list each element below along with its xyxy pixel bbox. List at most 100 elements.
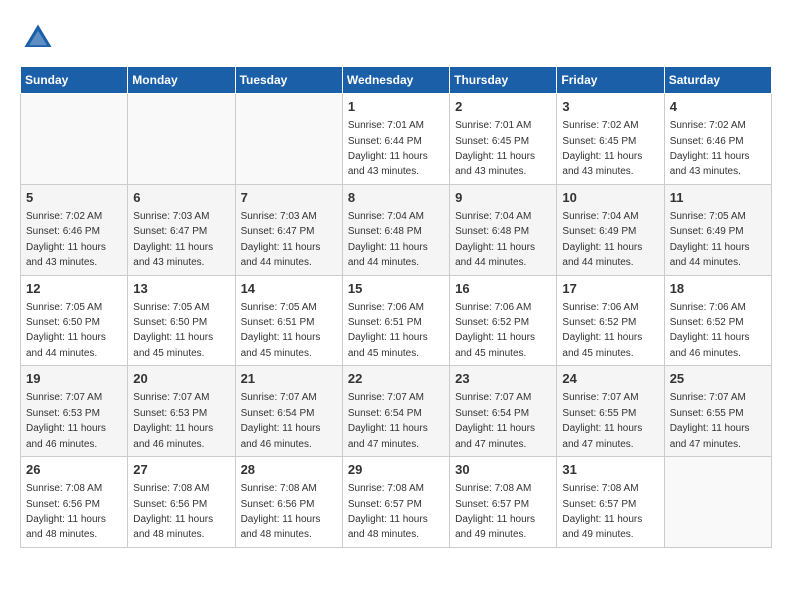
calendar-cell: 13 Sunrise: 7:05 AM Sunset: 6:50 PM Dayli… <box>128 275 235 366</box>
calendar-cell: 3Sunrise: 7:02 AM Sunset: 6:45 PM Daylig… <box>557 94 664 185</box>
day-number: 1 <box>348 98 444 116</box>
day-number: 8 <box>348 189 444 207</box>
day-number: 29 <box>348 461 444 479</box>
day-info: Sunrise: 7:08 AM Sunset: 6:56 PM Dayligh… <box>26 483 106 540</box>
logo <box>20 20 62 56</box>
day-number: 5 <box>26 189 122 207</box>
day-info: Sunrise: 7:08 AM Sunset: 6:57 PM Dayligh… <box>348 483 428 540</box>
calendar-cell: 16 Sunrise: 7:06 AM Sunset: 6:52 PM Dayli… <box>450 275 557 366</box>
weekday-header: Monday <box>128 67 235 94</box>
calendar-cell: 10 Sunrise: 7:04 AM Sunset: 6:49 PM Dayli… <box>557 184 664 275</box>
calendar-cell <box>128 94 235 185</box>
calendar-cell: 18Sunrise: 7:06 AM Sunset: 6:52 PM Dayli… <box>664 275 771 366</box>
calendar-cell: 19 Sunrise: 7:07 AM Sunset: 6:53 PM Dayli… <box>21 366 128 457</box>
weekday-header: Sunday <box>21 67 128 94</box>
day-number: 11 <box>670 189 766 207</box>
day-number: 25 <box>670 370 766 388</box>
calendar-cell: 17 Sunrise: 7:06 AM Sunset: 6:52 PM Dayli… <box>557 275 664 366</box>
calendar-cell: 24 Sunrise: 7:07 AM Sunset: 6:55 PM Dayli… <box>557 366 664 457</box>
day-info: Sunrise: 7:05 AM Sunset: 6:51 PM Dayligh… <box>241 302 321 359</box>
day-number: 27 <box>133 461 229 479</box>
day-info: Sunrise: 7:02 AM Sunset: 6:46 PM Dayligh… <box>670 120 750 177</box>
calendar-cell: 29 Sunrise: 7:08 AM Sunset: 6:57 PM Dayli… <box>342 457 449 548</box>
day-info: Sunrise: 7:05 AM Sunset: 6:49 PM Dayligh… <box>670 211 750 268</box>
calendar-cell: 15Sunrise: 7:06 AM Sunset: 6:51 PM Dayli… <box>342 275 449 366</box>
calendar-cell: 4Sunrise: 7:02 AM Sunset: 6:46 PM Daylig… <box>664 94 771 185</box>
day-info: Sunrise: 7:05 AM Sunset: 6:50 PM Dayligh… <box>26 302 106 359</box>
header-row: SundayMondayTuesdayWednesdayThursdayFrid… <box>21 67 772 94</box>
calendar-cell: 14Sunrise: 7:05 AM Sunset: 6:51 PM Dayli… <box>235 275 342 366</box>
calendar-cell: 26 Sunrise: 7:08 AM Sunset: 6:56 PM Dayli… <box>21 457 128 548</box>
calendar-cell: 8 Sunrise: 7:04 AM Sunset: 6:48 PM Daylig… <box>342 184 449 275</box>
calendar-cell: 27 Sunrise: 7:08 AM Sunset: 6:56 PM Dayli… <box>128 457 235 548</box>
calendar-cell <box>235 94 342 185</box>
day-info: Sunrise: 7:06 AM Sunset: 6:52 PM Dayligh… <box>455 302 535 359</box>
day-info: Sunrise: 7:01 AM Sunset: 6:45 PM Dayligh… <box>455 120 535 177</box>
day-number: 7 <box>241 189 337 207</box>
day-info: Sunrise: 7:04 AM Sunset: 6:49 PM Dayligh… <box>562 211 642 268</box>
calendar-cell: 21Sunrise: 7:07 AM Sunset: 6:54 PM Dayli… <box>235 366 342 457</box>
calendar-week-row: 1Sunrise: 7:01 AM Sunset: 6:44 PM Daylig… <box>21 94 772 185</box>
weekday-header: Friday <box>557 67 664 94</box>
day-number: 9 <box>455 189 551 207</box>
calendar-cell: 9 Sunrise: 7:04 AM Sunset: 6:48 PM Daylig… <box>450 184 557 275</box>
calendar-cell: 31Sunrise: 7:08 AM Sunset: 6:57 PM Dayli… <box>557 457 664 548</box>
calendar-cell: 30 Sunrise: 7:08 AM Sunset: 6:57 PM Dayli… <box>450 457 557 548</box>
day-number: 26 <box>26 461 122 479</box>
weekday-header: Wednesday <box>342 67 449 94</box>
day-number: 6 <box>133 189 229 207</box>
day-info: Sunrise: 7:04 AM Sunset: 6:48 PM Dayligh… <box>348 211 428 268</box>
calendar-cell: 20 Sunrise: 7:07 AM Sunset: 6:53 PM Dayli… <box>128 366 235 457</box>
weekday-header: Tuesday <box>235 67 342 94</box>
day-number: 23 <box>455 370 551 388</box>
calendar-cell: 25 Sunrise: 7:07 AM Sunset: 6:55 PM Dayli… <box>664 366 771 457</box>
day-info: Sunrise: 7:08 AM Sunset: 6:56 PM Dayligh… <box>241 483 321 540</box>
day-number: 28 <box>241 461 337 479</box>
day-number: 10 <box>562 189 658 207</box>
calendar-cell: 23 Sunrise: 7:07 AM Sunset: 6:54 PM Dayli… <box>450 366 557 457</box>
day-info: Sunrise: 7:07 AM Sunset: 6:53 PM Dayligh… <box>26 392 106 449</box>
calendar-cell: 28 Sunrise: 7:08 AM Sunset: 6:56 PM Dayli… <box>235 457 342 548</box>
calendar-week-row: 5 Sunrise: 7:02 AM Sunset: 6:46 PM Daylig… <box>21 184 772 275</box>
day-info: Sunrise: 7:07 AM Sunset: 6:54 PM Dayligh… <box>455 392 535 449</box>
day-number: 22 <box>348 370 444 388</box>
day-info: Sunrise: 7:07 AM Sunset: 6:55 PM Dayligh… <box>562 392 642 449</box>
calendar-cell <box>664 457 771 548</box>
logo-icon <box>20 20 56 56</box>
day-number: 12 <box>26 280 122 298</box>
calendar-cell: 1Sunrise: 7:01 AM Sunset: 6:44 PM Daylig… <box>342 94 449 185</box>
day-info: Sunrise: 7:06 AM Sunset: 6:52 PM Dayligh… <box>562 302 642 359</box>
calendar-cell: 22 Sunrise: 7:07 AM Sunset: 6:54 PM Dayli… <box>342 366 449 457</box>
calendar-week-row: 12 Sunrise: 7:05 AM Sunset: 6:50 PM Dayli… <box>21 275 772 366</box>
day-info: Sunrise: 7:08 AM Sunset: 6:56 PM Dayligh… <box>133 483 213 540</box>
calendar-cell: 6 Sunrise: 7:03 AM Sunset: 6:47 PM Daylig… <box>128 184 235 275</box>
day-info: Sunrise: 7:04 AM Sunset: 6:48 PM Dayligh… <box>455 211 535 268</box>
day-number: 17 <box>562 280 658 298</box>
day-number: 20 <box>133 370 229 388</box>
calendar-table: SundayMondayTuesdayWednesdayThursdayFrid… <box>20 66 772 548</box>
day-info: Sunrise: 7:07 AM Sunset: 6:54 PM Dayligh… <box>348 392 428 449</box>
calendar-cell: 7Sunrise: 7:03 AM Sunset: 6:47 PM Daylig… <box>235 184 342 275</box>
page-header <box>20 20 772 56</box>
day-info: Sunrise: 7:06 AM Sunset: 6:52 PM Dayligh… <box>670 302 750 359</box>
day-number: 21 <box>241 370 337 388</box>
calendar-cell <box>21 94 128 185</box>
day-info: Sunrise: 7:02 AM Sunset: 6:46 PM Dayligh… <box>26 211 106 268</box>
calendar-cell: 12 Sunrise: 7:05 AM Sunset: 6:50 PM Dayli… <box>21 275 128 366</box>
day-number: 2 <box>455 98 551 116</box>
day-info: Sunrise: 7:07 AM Sunset: 6:53 PM Dayligh… <box>133 392 213 449</box>
day-number: 24 <box>562 370 658 388</box>
weekday-header: Saturday <box>664 67 771 94</box>
day-number: 13 <box>133 280 229 298</box>
day-info: Sunrise: 7:07 AM Sunset: 6:55 PM Dayligh… <box>670 392 750 449</box>
day-info: Sunrise: 7:03 AM Sunset: 6:47 PM Dayligh… <box>133 211 213 268</box>
day-info: Sunrise: 7:05 AM Sunset: 6:50 PM Dayligh… <box>133 302 213 359</box>
day-number: 30 <box>455 461 551 479</box>
day-number: 3 <box>562 98 658 116</box>
day-number: 16 <box>455 280 551 298</box>
day-number: 15 <box>348 280 444 298</box>
weekday-header: Thursday <box>450 67 557 94</box>
calendar-week-row: 19 Sunrise: 7:07 AM Sunset: 6:53 PM Dayli… <box>21 366 772 457</box>
day-info: Sunrise: 7:08 AM Sunset: 6:57 PM Dayligh… <box>455 483 535 540</box>
day-number: 19 <box>26 370 122 388</box>
